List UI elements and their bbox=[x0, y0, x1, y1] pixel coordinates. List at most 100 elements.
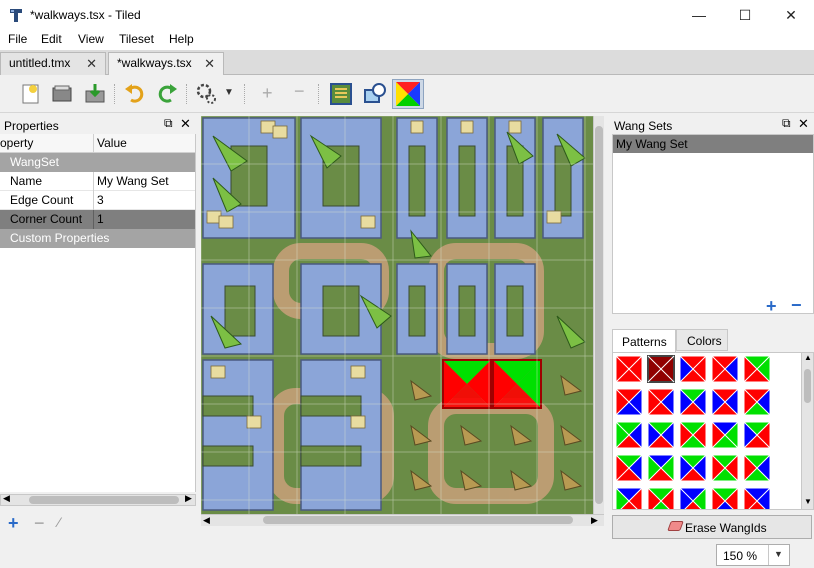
tab-label: Patterns bbox=[622, 335, 667, 349]
open-icon[interactable] bbox=[49, 81, 75, 107]
add-property-icon[interactable]: + bbox=[8, 513, 19, 534]
property-column-header[interactable]: operty bbox=[0, 134, 33, 153]
property-row-selected[interactable]: Corner Count 1 bbox=[0, 210, 195, 229]
float-dock-icon[interactable]: ⧉ bbox=[782, 116, 791, 131]
new-tileset-icon[interactable] bbox=[18, 81, 44, 107]
add-tiles-icon[interactable]: + bbox=[262, 83, 273, 104]
close-button[interactable]: ✕ bbox=[768, 0, 814, 30]
column-divider bbox=[93, 191, 94, 210]
table-header: operty Value bbox=[0, 134, 195, 153]
undo-icon[interactable] bbox=[122, 81, 148, 107]
dropdown-arrow-icon[interactable]: ▼ bbox=[224, 87, 234, 98]
tab-label: untitled.tmx bbox=[9, 56, 71, 70]
title-bar: *walkways.tsx - Tiled — ☐ ✕ bbox=[0, 0, 814, 30]
tiled-app-icon bbox=[10, 9, 22, 22]
tab-label: Colors bbox=[687, 334, 722, 348]
property-value[interactable]: 3 bbox=[97, 191, 104, 210]
wang-set-item[interactable]: My Wang Set bbox=[613, 135, 813, 153]
window-title: *walkways.tsx - Tiled bbox=[30, 8, 141, 22]
toolbar-separator bbox=[244, 84, 246, 104]
maximize-button[interactable]: ☐ bbox=[722, 0, 768, 30]
patterns-vertical-scrollbar[interactable]: ▲ ▼ bbox=[801, 353, 813, 509]
property-row[interactable]: Edge Count 3 bbox=[0, 191, 195, 210]
close-tab-icon[interactable]: ✕ bbox=[204, 53, 215, 74]
column-divider bbox=[93, 172, 94, 191]
remove-tiles-icon[interactable]: − bbox=[294, 81, 305, 102]
scroll-up-icon[interactable]: ▲ bbox=[804, 353, 812, 362]
float-dock-icon[interactable]: ⧉ bbox=[164, 116, 173, 131]
menu-tileset[interactable]: Tileset bbox=[119, 32, 154, 46]
scrollbar-thumb[interactable] bbox=[29, 496, 179, 504]
eraser-icon bbox=[667, 521, 684, 531]
properties-horizontal-scrollbar[interactable]: ◀ ▶ bbox=[0, 493, 196, 506]
close-tab-icon[interactable]: ✕ bbox=[86, 53, 97, 74]
tileset-view[interactable]: ◀ ▶ bbox=[201, 116, 604, 526]
menu-bar: File Edit View Tileset Help bbox=[0, 30, 814, 50]
group-custom-properties[interactable]: Custom Properties bbox=[0, 229, 195, 248]
group-label: WangSet bbox=[10, 155, 59, 169]
tileset-horizontal-scrollbar[interactable]: ◀ ▶ bbox=[201, 514, 604, 526]
tab-colors[interactable]: Colors bbox=[676, 329, 728, 351]
column-divider bbox=[93, 210, 94, 229]
scrollbar-thumb[interactable] bbox=[804, 369, 811, 403]
redo-icon[interactable] bbox=[154, 81, 180, 107]
group-label: Custom Properties bbox=[10, 231, 110, 245]
zoom-value: 150 % bbox=[723, 549, 758, 563]
scroll-left-icon[interactable]: ◀ bbox=[3, 493, 10, 504]
chevron-down-icon[interactable]: ▼ bbox=[774, 549, 783, 559]
toolbar-separator bbox=[186, 84, 188, 104]
tileset-vertical-scrollbar[interactable] bbox=[593, 116, 604, 514]
properties-dock-title: Properties ⧉ ✕ bbox=[0, 116, 200, 134]
property-row[interactable]: Name My Wang Set bbox=[0, 172, 195, 191]
properties-title: Properties bbox=[4, 119, 59, 133]
toolbar-separator bbox=[114, 84, 116, 104]
close-dock-icon[interactable]: ✕ bbox=[180, 116, 191, 132]
property-value[interactable]: My Wang Set bbox=[97, 172, 169, 191]
value-column-header[interactable]: Value bbox=[97, 134, 127, 153]
menu-view[interactable]: View bbox=[78, 32, 104, 46]
close-dock-icon[interactable]: ✕ bbox=[798, 116, 809, 132]
wang-set-label: My Wang Set bbox=[616, 137, 688, 151]
zoom-combobox[interactable]: 150 % ▼ bbox=[716, 544, 790, 566]
scrollbar-thumb[interactable] bbox=[263, 516, 573, 524]
wang-sets-icon bbox=[396, 82, 420, 106]
erase-button-label: Erase WangIds bbox=[685, 521, 767, 535]
scrollbar-thumb[interactable] bbox=[595, 126, 603, 504]
toolbar-separator bbox=[318, 84, 320, 104]
erase-wangids-button[interactable]: Erase WangIds bbox=[612, 515, 812, 539]
add-wang-set-icon[interactable]: + bbox=[766, 296, 777, 317]
tileset-image[interactable] bbox=[201, 116, 604, 514]
minimize-button[interactable]: — bbox=[676, 0, 722, 30]
combo-divider bbox=[768, 545, 769, 565]
menu-edit[interactable]: Edit bbox=[41, 32, 62, 46]
main-toolbar: ▼ + − bbox=[0, 75, 814, 113]
edit-wang-sets-button[interactable] bbox=[392, 79, 424, 109]
property-name: Corner Count bbox=[10, 212, 83, 226]
column-divider bbox=[93, 134, 94, 153]
menu-help[interactable]: Help bbox=[169, 32, 194, 46]
tab-patterns[interactable]: Patterns bbox=[612, 329, 676, 353]
scroll-down-icon[interactable]: ▼ bbox=[804, 497, 812, 506]
wang-sets-dock-title: Wang Sets ⧉ ✕ bbox=[612, 116, 814, 134]
tab-untitled[interactable]: untitled.tmx ✕ bbox=[0, 52, 106, 75]
rename-property-icon[interactable]: ⁄ bbox=[58, 514, 60, 530]
scroll-right-icon[interactable]: ▶ bbox=[591, 515, 598, 526]
tab-walkways[interactable]: *walkways.tsx ✕ bbox=[108, 52, 224, 75]
property-value[interactable]: 1 bbox=[97, 210, 104, 229]
group-wangset[interactable]: WangSet bbox=[0, 153, 195, 172]
tileset-properties-icon[interactable] bbox=[194, 81, 220, 107]
scroll-left-icon[interactable]: ◀ bbox=[203, 515, 210, 526]
scroll-right-icon[interactable]: ▶ bbox=[185, 493, 192, 504]
edit-terrain-icon[interactable] bbox=[328, 81, 354, 107]
edit-collision-icon[interactable] bbox=[362, 81, 388, 107]
wang-pattern-tiles[interactable] bbox=[613, 353, 803, 510]
remove-wang-set-icon[interactable]: − bbox=[791, 295, 802, 316]
menu-file[interactable]: File bbox=[8, 32, 27, 46]
wang-sets-title: Wang Sets bbox=[614, 119, 673, 133]
remove-property-icon[interactable]: − bbox=[34, 513, 45, 534]
save-icon[interactable] bbox=[82, 81, 108, 107]
tab-label: *walkways.tsx bbox=[117, 56, 192, 70]
properties-table: operty Value WangSet Name My Wang Set Ed… bbox=[0, 134, 196, 492]
document-tab-bar: untitled.tmx ✕ *walkways.tsx ✕ bbox=[0, 50, 814, 75]
property-name: Edge Count bbox=[10, 193, 74, 207]
